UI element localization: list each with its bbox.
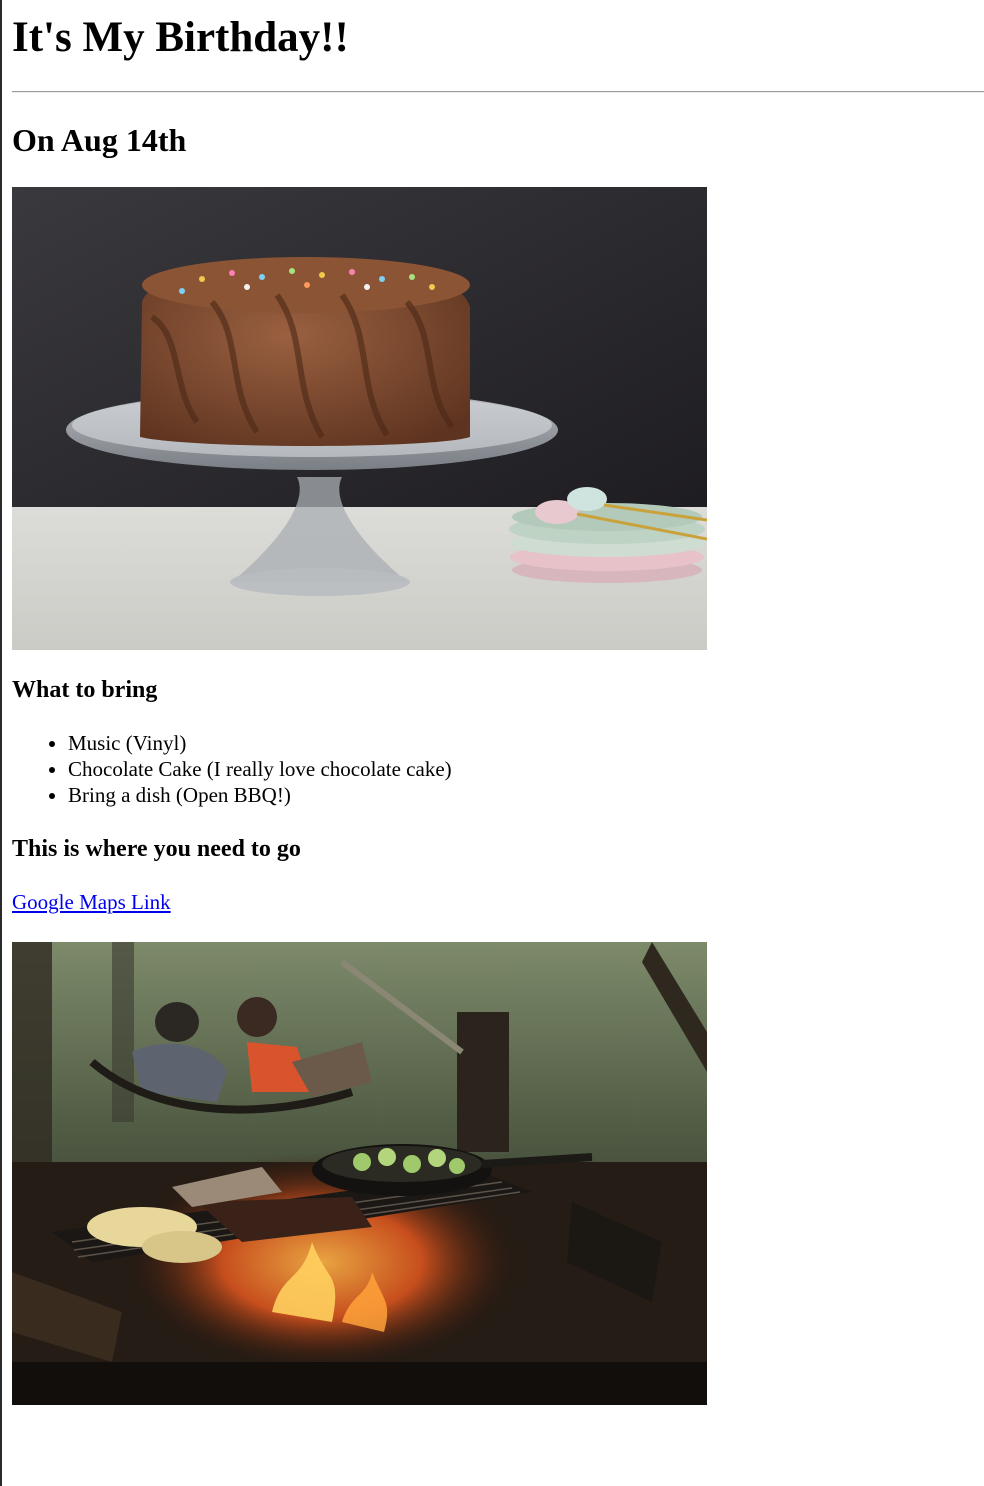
list-item: Chocolate Cake (I really love chocolate …: [68, 756, 452, 782]
horizontal-rule: [12, 91, 984, 93]
bring-list: Music (Vinyl) Chocolate Cake (I really l…: [12, 730, 452, 808]
date-heading: On Aug 14th: [12, 122, 187, 158]
list-item: Music (Vinyl): [68, 730, 452, 756]
window-left-edge: [0, 0, 2, 1486]
bbq-image: [12, 942, 707, 1405]
page-title: It's My Birthday!!: [12, 14, 349, 61]
list-item: Bring a dish (Open BBQ!): [68, 782, 452, 808]
cake-image: [12, 187, 707, 650]
what-to-bring-heading: What to bring: [12, 677, 158, 703]
google-maps-link[interactable]: Google Maps Link: [12, 889, 171, 915]
location-heading: This is where you need to go: [12, 836, 301, 862]
